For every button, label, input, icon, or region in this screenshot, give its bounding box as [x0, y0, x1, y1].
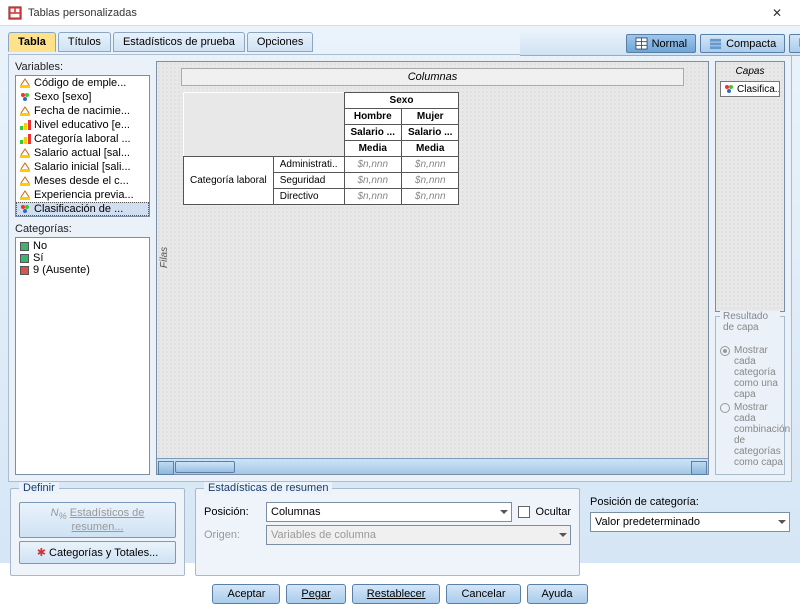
origen-select: Variables de columna	[266, 525, 571, 545]
layers-title: Capas	[720, 66, 780, 77]
tab-estadisticos[interactable]: Estadísticos de prueba	[113, 32, 245, 52]
categories-totals-button[interactable]: ✱ Categorías y Totales...	[19, 541, 176, 564]
ocultar-checkbox[interactable]	[518, 506, 530, 518]
categories-list[interactable]: No Sí 9 (Ausente)	[15, 237, 150, 475]
view-normal-label: Normal	[652, 38, 687, 50]
posicion-select[interactable]: Columnas	[266, 502, 512, 522]
view-capas-button[interactable]: Capas	[789, 34, 800, 53]
summary-legend: Estadísticas de resumen	[204, 482, 332, 494]
category-item[interactable]: No	[18, 240, 147, 252]
layer-result-fieldset: Resultado de capa Mostrar cada categoría…	[715, 316, 785, 475]
stats-summary-button[interactable]: N% Estadísticos de resumen...	[19, 502, 176, 538]
layer-variable[interactable]: Clasifica...	[720, 81, 780, 97]
columns-dropzone[interactable]: Columnas	[181, 68, 684, 86]
variables-label: Variables:	[15, 61, 150, 73]
definir-legend: Definir	[19, 482, 59, 494]
cancelar-button[interactable]: Cancelar	[446, 584, 520, 604]
variable-item[interactable]: Categoría laboral ...	[16, 132, 149, 146]
view-compacta-button[interactable]: Compacta	[700, 34, 785, 53]
cat-position-select[interactable]: Valor predeterminado	[590, 512, 790, 532]
tab-titulos[interactable]: Títulos	[58, 32, 111, 52]
nominal-icon	[19, 203, 31, 215]
table-canvas[interactable]: Columnas Filas Sexo HombreMujer Salario …	[156, 61, 709, 475]
variable-item[interactable]: Salario actual [sal...	[16, 146, 149, 160]
ocultar-label: Ocultar	[536, 506, 571, 518]
nominal-icon	[19, 91, 31, 103]
variable-item[interactable]: Fecha de nacimie...	[16, 104, 149, 118]
ordinal-icon	[19, 119, 31, 131]
pegar-button[interactable]: Pegar	[286, 584, 345, 604]
scale-icon	[19, 189, 31, 201]
aceptar-button[interactable]: Aceptar	[212, 584, 280, 604]
category-item[interactable]: 9 (Ausente)	[18, 264, 147, 276]
row-header-catlaboral: Categoría laboral	[184, 157, 274, 205]
category-color-icon	[20, 266, 29, 275]
view-normal-button[interactable]: Normal	[626, 34, 696, 53]
variable-item[interactable]: Meses desde el c...	[16, 174, 149, 188]
cat-position-label: Posición de categoría:	[590, 496, 790, 508]
scale-icon	[19, 105, 31, 117]
categories-label: Categorías:	[15, 223, 150, 235]
scale-icon	[19, 147, 31, 159]
restablecer-button[interactable]: Restablecer	[352, 584, 441, 604]
tab-opciones[interactable]: Opciones	[247, 32, 313, 52]
close-button[interactable]: ✕	[762, 3, 792, 23]
variable-item[interactable]: Experiencia previa...	[16, 188, 149, 202]
view-compacta-label: Compacta	[726, 38, 776, 50]
layers-panel[interactable]: Capas Clasifica...	[715, 61, 785, 312]
ordinal-icon	[19, 133, 31, 145]
dialog-buttons: Aceptar Pegar Restablecer Cancelar Ayuda	[8, 578, 792, 604]
layer-result-opt2[interactable]: Mostrar cada combinación de categorías c…	[720, 402, 780, 468]
app-icon	[8, 6, 22, 20]
variable-item[interactable]: Salario inicial [sali...	[16, 160, 149, 174]
nominal-icon	[723, 83, 735, 95]
variables-list[interactable]: Código de emple... Sexo [sexo] Fecha de …	[15, 75, 150, 217]
category-item[interactable]: Sí	[18, 252, 147, 264]
window-title: Tablas personalizadas	[28, 7, 762, 19]
horizontal-scrollbar[interactable]	[157, 458, 708, 474]
rows-dropzone-label: Filas	[159, 247, 170, 268]
category-color-icon	[20, 242, 29, 251]
variable-item-selected[interactable]: Clasificación de ...	[16, 202, 149, 216]
layer-result-opt1[interactable]: Mostrar cada categoría como una capa	[720, 345, 780, 400]
scale-icon	[19, 77, 31, 89]
scale-icon	[19, 175, 31, 187]
category-color-icon	[20, 254, 29, 263]
origen-label: Origen:	[204, 529, 260, 541]
tab-tabla[interactable]: Tabla	[8, 32, 56, 52]
col-header-sexo: Sexo	[344, 93, 459, 109]
compact-icon	[709, 37, 722, 50]
table-icon	[635, 37, 648, 50]
scale-icon	[19, 161, 31, 173]
layer-result-legend: Resultado de capa	[720, 311, 780, 333]
variable-item[interactable]: Nivel educativo [e...	[16, 118, 149, 132]
variable-item[interactable]: Código de emple...	[16, 76, 149, 90]
view-toolbar: Normal Compacta Capas	[520, 32, 800, 56]
preview-table: Sexo HombreMujer Salario ...Salario ... …	[183, 92, 459, 205]
variable-item[interactable]: Sexo [sexo]	[16, 90, 149, 104]
ayuda-button[interactable]: Ayuda	[527, 584, 588, 604]
titlebar: Tablas personalizadas ✕	[0, 0, 800, 26]
posicion-label: Posición:	[204, 506, 260, 518]
